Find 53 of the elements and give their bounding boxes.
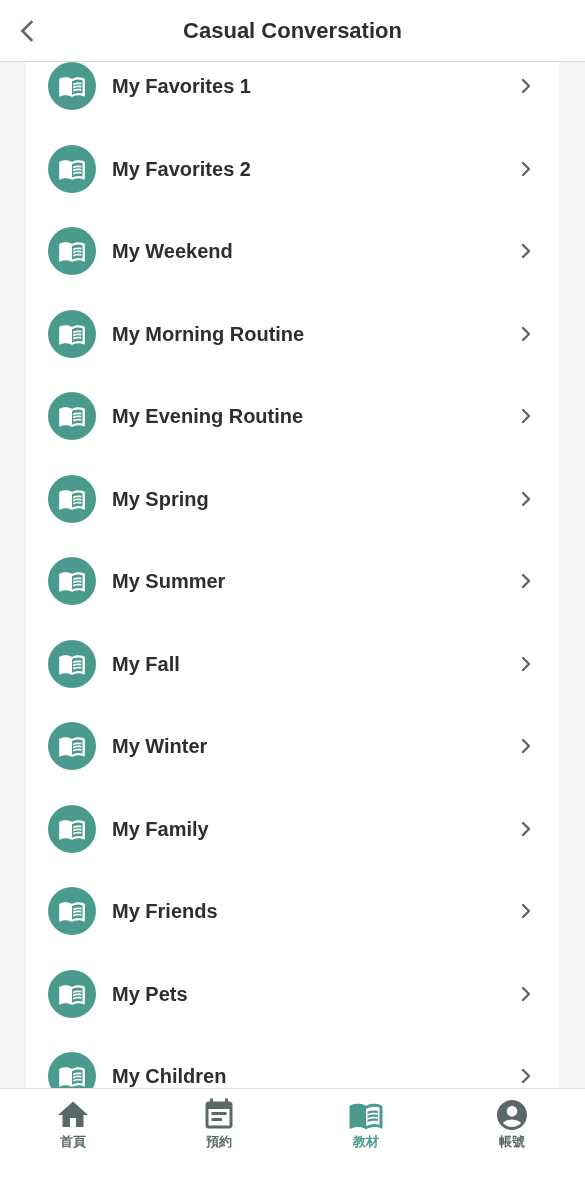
lesson-title: My Weekend [112,239,234,265]
lesson-item[interactable]: My Weekend [26,210,559,293]
tab-bar-item[interactable]: 首頁 [55,1097,92,1149]
lesson-title: My Winter [112,734,209,760]
lesson-item[interactable]: My Pets [26,952,559,1035]
book-icon [48,722,96,771]
book-icon [48,392,96,441]
book-icon [48,639,96,688]
lesson-item[interactable]: My Friends [26,870,559,953]
lesson-title: My Pets [112,981,189,1007]
book-icon [48,969,96,1018]
book-icon [48,227,96,276]
lesson-item[interactable]: My Family [26,787,559,870]
lesson-title: My Fall [112,651,181,677]
lesson-item[interactable]: My Summer [26,540,559,623]
lesson-item[interactable]: My Morning Routine [26,292,559,375]
chevron-right-icon [521,903,531,920]
chevron-right-icon [521,243,531,260]
lesson-item[interactable]: My Fall [26,622,559,705]
book-icon [48,804,96,853]
lesson-title: My Friends [112,899,219,925]
chevron-right-icon [521,78,531,95]
book-icon [48,887,96,936]
lesson-item[interactable]: My Winter [26,705,559,788]
lesson-item[interactable]: My Favorites 1 [26,62,559,128]
lesson-title: My Favorites 2 [112,156,252,182]
lesson-title: My Favorites 1 [112,74,252,100]
chevron-right-icon [521,408,531,425]
book-icon [48,309,96,358]
chevron-right-icon [521,160,531,177]
chevron-right-icon [521,985,531,1002]
lesson-item[interactable]: My Favorites 2 [26,127,559,210]
tab-bar-item[interactable]: 預約 [201,1097,238,1149]
book-icon [48,144,96,193]
lesson-title: My Family [112,816,210,842]
lesson-title: My Spring [112,486,210,512]
chevron-right-icon [521,490,531,507]
lesson-title: My Children [112,1064,228,1088]
chevron-right-icon [521,573,531,590]
chevron-right-icon [521,1068,531,1085]
lesson-title: My Morning Routine [112,321,306,347]
book-icon [48,474,96,523]
lesson-title: My Summer [112,569,227,595]
chevron-right-icon [521,325,531,342]
chevron-right-icon [521,738,531,755]
chevron-right-icon [521,820,531,837]
lesson-item[interactable]: My Evening Routine [26,375,559,458]
lesson-title: My Evening Routine [112,404,305,430]
chevron-right-icon [521,655,531,672]
lesson-item[interactable]: My Spring [26,457,559,540]
book-icon [48,557,96,606]
tab-bar-item[interactable]: 帳號 [493,1097,530,1149]
page-title: Casual Conversation [183,18,402,43]
